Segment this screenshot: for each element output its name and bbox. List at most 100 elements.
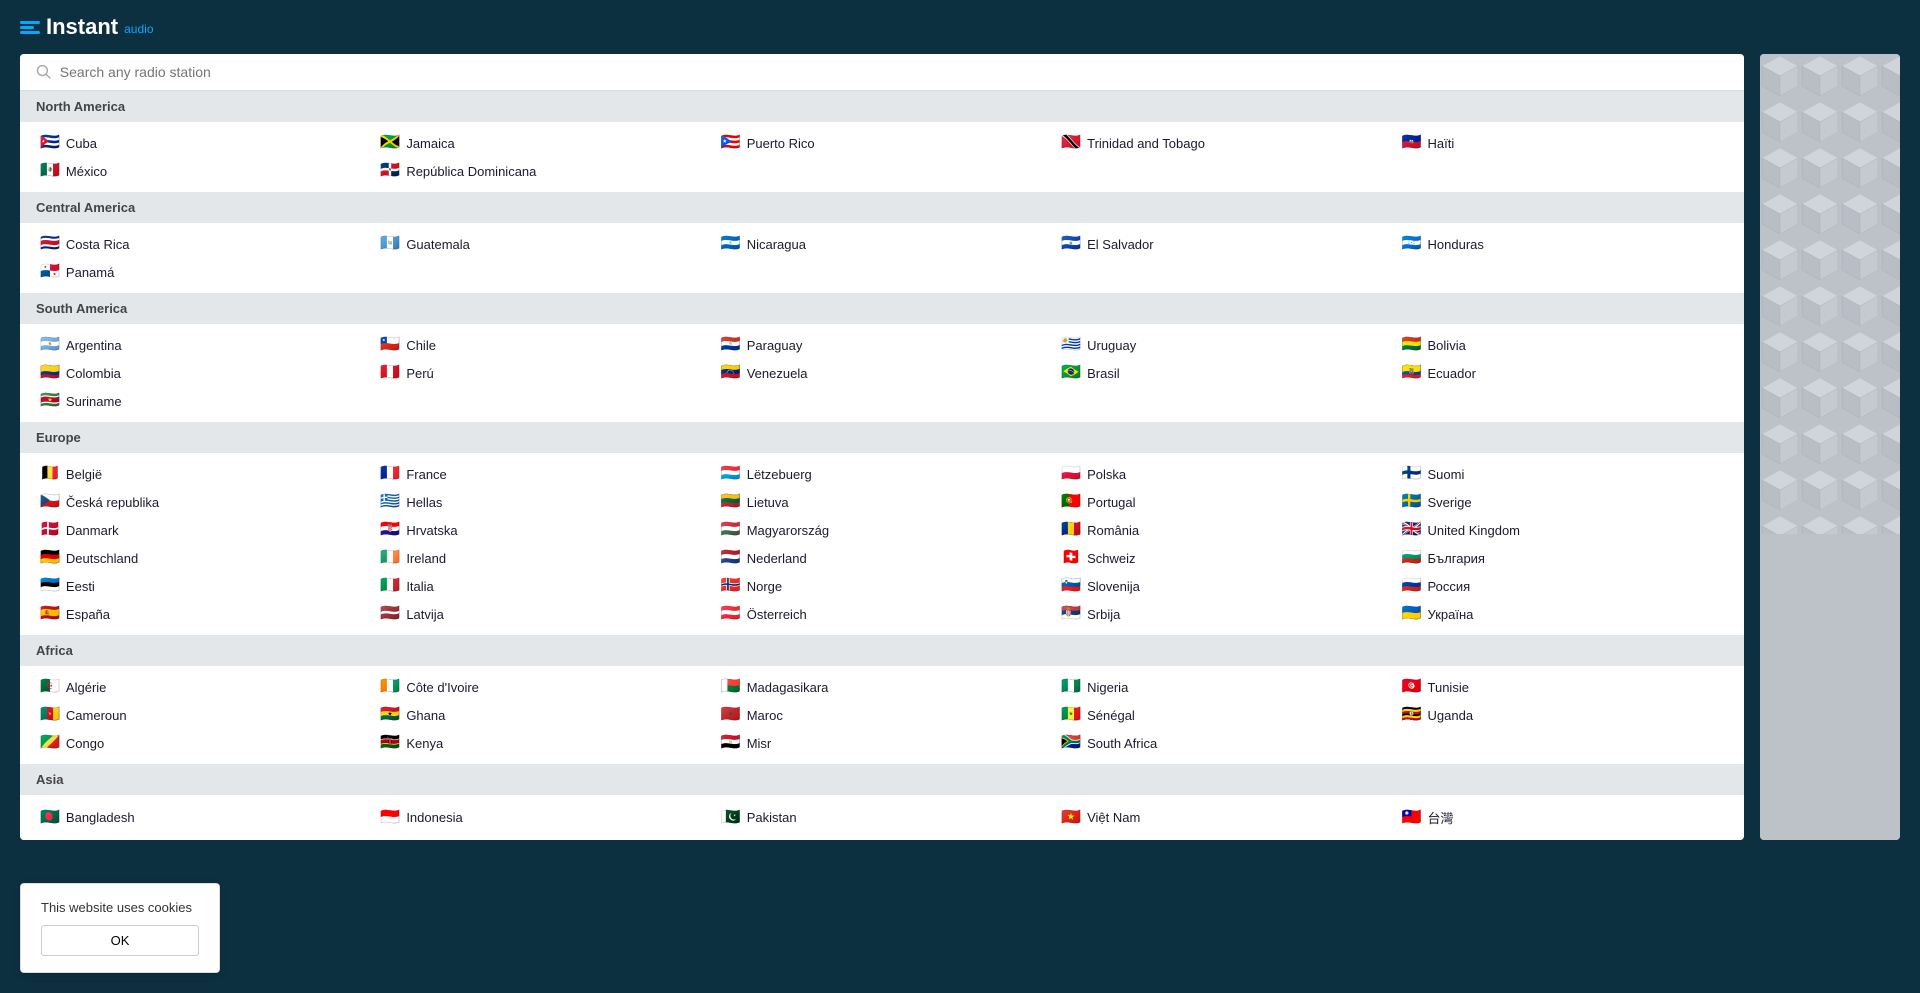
country-item[interactable]: 🇩🇪Deutschland — [36, 547, 366, 569]
logo[interactable]: Instant audio — [20, 14, 154, 40]
country-name: Congo — [66, 736, 104, 751]
country-item[interactable]: 🇸🇳Sénégal — [1057, 704, 1387, 726]
country-item[interactable]: 🇫🇷France — [376, 463, 706, 485]
country-item[interactable]: 🇧🇬България — [1398, 547, 1728, 569]
country-item[interactable]: 🇨🇺Cuba — [36, 132, 366, 154]
country-item[interactable]: 🇵🇾Paraguay — [717, 334, 1047, 356]
country-item[interactable]: 🇨🇮Côte d'Ivoire — [376, 676, 706, 698]
country-item[interactable]: 🇩🇿Algérie — [36, 676, 366, 698]
country-flag: 🇳🇮 — [721, 236, 741, 252]
country-item[interactable]: 🇬🇷Hellas — [376, 491, 706, 513]
country-item[interactable]: 🇹🇳Tunisie — [1398, 676, 1728, 698]
cookie-banner: This website uses cookies OK — [20, 883, 220, 973]
country-item[interactable]: 🇻🇪Venezuela — [717, 362, 1047, 384]
country-item[interactable]: 🇰🇪Kenya — [376, 732, 706, 754]
country-item[interactable]: 🇻🇳Việt Nam — [1057, 805, 1387, 830]
country-item[interactable]: 🇩🇰Danmark — [36, 519, 366, 541]
country-name: México — [66, 164, 107, 179]
country-item[interactable]: 🇸🇪Sverige — [1398, 491, 1728, 513]
country-item[interactable]: 🇳🇴Norge — [717, 575, 1047, 597]
section-south-america: South America 🇦🇷Argentina 🇨🇱Chile 🇵🇾Paragua… — [20, 293, 1744, 422]
country-item[interactable]: 🇪🇬Misr — [717, 732, 1047, 754]
country-item[interactable]: 🇨🇬Congo — [36, 732, 366, 754]
country-item[interactable]: 🇭🇳Honduras — [1398, 233, 1728, 255]
country-flag: 🇩🇿 — [40, 679, 60, 695]
country-item[interactable]: 🇮🇹Italia — [376, 575, 706, 597]
country-item[interactable]: 🇧🇪België — [36, 463, 366, 485]
country-item[interactable]: 🇧🇷Brasil — [1057, 362, 1387, 384]
country-item[interactable]: 🇵🇪Perú — [376, 362, 706, 384]
country-item[interactable]: 🇩🇴República Dominicana — [376, 160, 706, 182]
country-item[interactable]: 🇵🇦Panamá — [36, 261, 366, 283]
country-item[interactable]: 🇪🇪Eesti — [36, 575, 366, 597]
section-header-south-america: South America — [20, 293, 1744, 324]
country-item[interactable]: 🇱🇺Lëtzebuerg — [717, 463, 1047, 485]
country-item[interactable]: 🇬🇹Guatemala — [376, 233, 706, 255]
section-africa: Africa🇩🇿Algérie🇨🇮Côte d'Ivoire🇲🇬Madagasi… — [20, 635, 1744, 764]
country-item[interactable]: 🇿🇦South Africa — [1057, 732, 1387, 754]
country-item[interactable]: 🇱🇹Lietuva — [717, 491, 1047, 513]
country-item[interactable]: 🇷🇸Srbija — [1057, 603, 1387, 625]
country-flag: 🇵🇾 — [721, 337, 741, 353]
country-item[interactable]: 🇳🇬Nigeria — [1057, 676, 1387, 698]
country-flag: 🇪🇨 — [1402, 365, 1422, 381]
country-item[interactable]: 🇧🇩Bangladesh — [36, 805, 366, 830]
country-item[interactable]: 🇳🇱Nederland — [717, 547, 1047, 569]
section-header-europe: Europe — [20, 422, 1744, 453]
country-item[interactable]: 🇨🇷Costa Rica — [36, 233, 366, 255]
country-item[interactable]: 🇭🇹Haïti — [1398, 132, 1728, 154]
country-item[interactable]: 🇨🇭Schweiz — [1057, 547, 1387, 569]
country-flag: 🇨🇮 — [380, 679, 400, 695]
country-item[interactable]: 🇭🇷Hrvatska — [376, 519, 706, 541]
country-item[interactable]: 🇲🇦Maroc — [717, 704, 1047, 726]
country-item[interactable]: 🇨🇲Cameroun — [36, 704, 366, 726]
section-header-asia: Asia — [20, 764, 1744, 795]
country-item[interactable]: 🇸🇷Suriname — [36, 390, 366, 412]
country-item[interactable]: 🇺🇾Uruguay — [1057, 334, 1387, 356]
country-item[interactable]: 🇺🇦Україна — [1398, 603, 1728, 625]
country-item[interactable]: 🇨🇿Česká republika — [36, 491, 366, 513]
country-item[interactable]: 🇷🇴România — [1057, 519, 1387, 541]
country-item[interactable]: 🇯🇲Jamaica — [376, 132, 706, 154]
country-item[interactable]: 🇭🇺Magyarország — [717, 519, 1047, 541]
country-item[interactable]: 🇸🇮Slovenija — [1057, 575, 1387, 597]
country-flag: 🇨🇷 — [40, 236, 60, 252]
country-item[interactable]: 🇳🇮Nicaragua — [717, 233, 1047, 255]
country-item[interactable]: 🇱🇻Latvija — [376, 603, 706, 625]
country-item[interactable]: 🇪🇨 Ecuador — [1398, 362, 1728, 384]
country-item[interactable]: 🇨🇱Chile — [376, 334, 706, 356]
country-item[interactable]: 🇫🇮Suomi — [1398, 463, 1728, 485]
country-flag: 🇫🇮 — [1402, 466, 1422, 482]
country-item[interactable]: 🇲🇬Madagasikara — [717, 676, 1047, 698]
country-item[interactable]: 🇵🇰Pakistan — [717, 805, 1047, 830]
country-item[interactable]: 🇹🇼台灣 — [1398, 805, 1728, 830]
country-item[interactable]: 🇬🇭Ghana — [376, 704, 706, 726]
search-input[interactable] — [60, 64, 1728, 80]
country-item[interactable]: 🇵🇷Puerto Rico — [717, 132, 1047, 154]
country-item[interactable]: 🇦🇷Argentina — [36, 334, 366, 356]
country-item[interactable]: 🇦🇹Österreich — [717, 603, 1047, 625]
country-item[interactable]: 🇮🇩Indonesia — [376, 805, 706, 830]
logo-icon — [20, 21, 40, 34]
country-item[interactable]: 🇬🇧United Kingdom — [1398, 519, 1728, 541]
country-item[interactable]: 🇮🇪Ireland — [376, 547, 706, 569]
country-item[interactable]: 🇵🇹Portugal — [1057, 491, 1387, 513]
country-item[interactable]: 🇵🇱Polska — [1057, 463, 1387, 485]
cookie-ok-button[interactable]: OK — [41, 925, 199, 956]
section-body-europe: 🇧🇪België 🇫🇷France 🇱🇺Lëtzebuerg 🇵🇱Polska 🇫🇮Su… — [20, 453, 1744, 635]
country-item[interactable]: 🇸🇻El Salvador — [1057, 233, 1387, 255]
cookie-message: This website uses cookies — [41, 900, 199, 915]
country-flag: 🇧🇷 — [1061, 365, 1081, 381]
country-flag: 🇵🇦 — [40, 264, 60, 280]
country-flag: 🇭🇺 — [721, 522, 741, 538]
country-item[interactable]: 🇺🇬Uganda — [1398, 704, 1728, 726]
country-item[interactable]: 🇪🇸España — [36, 603, 366, 625]
country-item[interactable]: 🇨🇴Colombia — [36, 362, 366, 384]
country-item[interactable]: 🇷🇺Россия — [1398, 575, 1728, 597]
country-flag: 🇧🇪 — [40, 466, 60, 482]
country-item[interactable]: 🇧🇴Bolivia — [1398, 334, 1728, 356]
country-name: Ecuador — [1428, 366, 1476, 381]
country-flag: 🇫🇷 — [380, 466, 400, 482]
country-item[interactable]: 🇲🇽México — [36, 160, 366, 182]
country-item[interactable]: 🇹🇹Trinidad and Tobago — [1057, 132, 1387, 154]
